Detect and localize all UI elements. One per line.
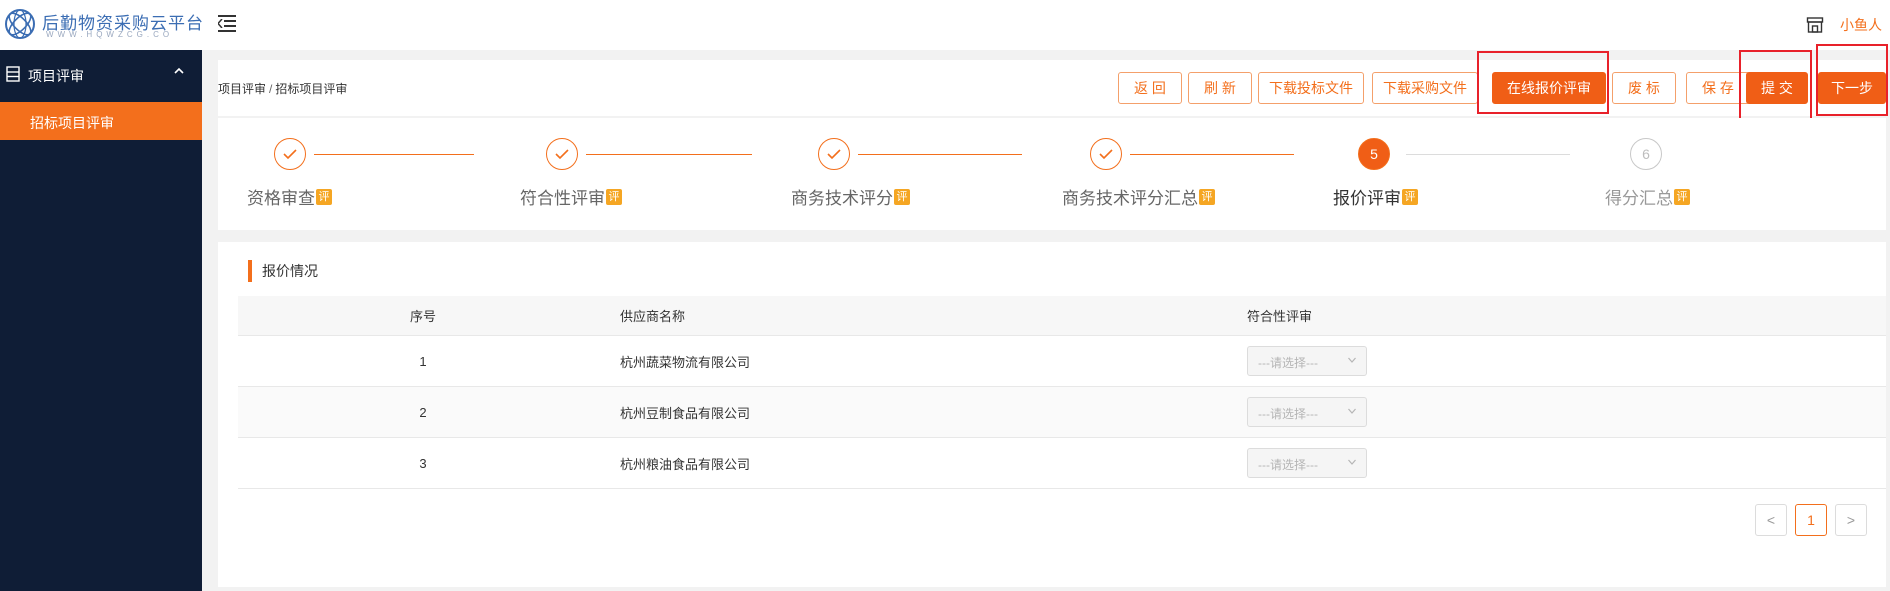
review-badge: 评 xyxy=(1674,188,1690,205)
brand-subtitle: WWW.HQWZCG.CO xyxy=(46,30,174,39)
step-label: 得分汇总 xyxy=(1605,189,1673,208)
breadcrumb-item-project-review[interactable]: 项目评审 xyxy=(218,82,266,96)
step-label: 资格审查 xyxy=(247,189,315,208)
step-3-check-icon[interactable] xyxy=(818,138,850,170)
compliance-select[interactable]: ---请选择--- xyxy=(1247,397,1367,427)
step-label: 符合性评审 xyxy=(520,189,605,208)
compliance-select[interactable]: ---请选择--- xyxy=(1247,448,1367,478)
row-number: 1 xyxy=(419,353,427,369)
table-row: 2 杭州豆制食品有限公司 ---请选择--- xyxy=(238,387,1886,438)
review-badge: 评 xyxy=(1402,188,1418,205)
supplier-name: 杭州粮油食品有限公司 xyxy=(620,456,751,472)
section-title: 报价情况 xyxy=(248,260,318,282)
section-title-bar xyxy=(248,260,252,282)
step-compliance-review[interactable]: 符合性评审评 xyxy=(520,184,622,209)
submit-button[interactable]: 提 交 xyxy=(1746,72,1808,104)
step-connector xyxy=(1406,154,1570,155)
store-icon[interactable] xyxy=(1806,16,1824,34)
compliance-cell: ---请选择--- xyxy=(1247,336,1367,386)
top-header: 后勤物资采购云平台 WWW.HQWZCG.CO 小鱼人 xyxy=(0,0,1890,50)
supplier-name: 杭州蔬菜物流有限公司 xyxy=(620,354,751,370)
review-steps: 5 6 资格审查评 符合性评审评 商务技术评分评 商务技术评分汇总评 报价评审评… xyxy=(218,118,1886,230)
step-4-check-icon[interactable] xyxy=(1090,138,1122,170)
pagination-page-1[interactable]: 1 xyxy=(1795,504,1827,536)
void-bid-button[interactable]: 废 标 xyxy=(1612,72,1676,104)
download-purchase-file-button[interactable]: 下载采购文件 xyxy=(1372,72,1478,104)
step-5-circle[interactable]: 5 xyxy=(1358,138,1390,170)
breadcrumb: 项目评审 / 招标项目评审 xyxy=(218,80,347,97)
save-button[interactable]: 保 存 xyxy=(1686,72,1750,104)
column-header-supplier: 供应商名称 xyxy=(620,309,686,324)
step-connector xyxy=(314,154,474,155)
pagination-next[interactable]: > xyxy=(1835,504,1867,536)
table-row: 3 杭州粮油食品有限公司 ---请选择--- xyxy=(238,438,1886,489)
sidebar-group-label: 项目评审 xyxy=(28,68,84,84)
step-score-summary[interactable]: 得分汇总评 xyxy=(1605,184,1690,209)
chevron-up-icon xyxy=(174,67,184,74)
column-header-compliance: 符合性评审 xyxy=(1247,309,1313,324)
step-connector xyxy=(586,154,752,155)
chevron-down-icon xyxy=(1348,357,1356,363)
compliance-cell: ---请选择--- xyxy=(1247,438,1367,488)
sidebar-item-label: 招标项目评审 xyxy=(30,115,114,131)
select-placeholder: ---请选择--- xyxy=(1258,407,1318,421)
table-header-row: 序号 供应商名称 符合性评审 xyxy=(238,296,1886,336)
breadcrumb-separator: / xyxy=(269,82,273,96)
logo-mark-icon xyxy=(5,9,35,39)
step-business-tech-summary[interactable]: 商务技术评分汇总评 xyxy=(1062,184,1215,209)
sidebar: 项目评审 招标项目评审 xyxy=(0,50,202,591)
select-placeholder: ---请选择--- xyxy=(1258,458,1318,472)
quote-section: 报价情况 序号 供应商名称 符合性评审 1 杭州蔬菜物流有限公司 ---请选择-… xyxy=(218,242,1886,587)
sidebar-item-bid-project-review[interactable]: 招标项目评审 xyxy=(0,102,202,140)
review-badge: 评 xyxy=(316,188,332,205)
review-badge: 评 xyxy=(1199,188,1215,205)
chevron-down-icon xyxy=(1348,459,1356,465)
step-label: 报价评审 xyxy=(1333,189,1401,208)
review-badge: 评 xyxy=(606,188,622,205)
row-number: 2 xyxy=(419,404,427,420)
step-6-circle[interactable]: 6 xyxy=(1630,138,1662,170)
section-title-text: 报价情况 xyxy=(262,263,318,279)
select-placeholder: ---请选择--- xyxy=(1258,356,1318,370)
refresh-button[interactable]: 刷 新 xyxy=(1188,72,1252,104)
table-row: 1 杭州蔬菜物流有限公司 ---请选择--- xyxy=(238,336,1886,387)
row-number: 3 xyxy=(419,455,427,471)
back-button[interactable]: 返 回 xyxy=(1118,72,1182,104)
step-connector xyxy=(858,154,1022,155)
breadcrumb-item-current: 招标项目评审 xyxy=(275,82,348,96)
download-bid-file-button[interactable]: 下载投标文件 xyxy=(1258,72,1364,104)
chevron-down-icon xyxy=(1348,408,1356,414)
step-qualification-review[interactable]: 资格审查评 xyxy=(247,184,332,209)
review-badge: 评 xyxy=(894,188,910,205)
step-label: 商务技术评分 xyxy=(791,189,893,208)
sidebar-group-project-review[interactable]: 项目评审 xyxy=(0,50,202,100)
step-business-tech-score[interactable]: 商务技术评分评 xyxy=(791,184,910,209)
step-label: 商务技术评分汇总 xyxy=(1062,189,1198,208)
online-quote-review-button[interactable]: 在线报价评审 xyxy=(1492,72,1606,104)
step-2-check-icon[interactable] xyxy=(546,138,578,170)
step-connector xyxy=(1130,154,1294,155)
pagination-prev[interactable]: < xyxy=(1755,504,1787,536)
supplier-name: 杭州豆制食品有限公司 xyxy=(620,405,751,421)
compliance-cell: ---请选择--- xyxy=(1247,387,1367,437)
column-header-no: 序号 xyxy=(409,309,436,324)
next-step-button[interactable]: 下一步 xyxy=(1818,72,1886,104)
compliance-select[interactable]: ---请选择--- xyxy=(1247,346,1367,376)
menu-collapse-icon[interactable] xyxy=(218,14,238,32)
username-link[interactable]: 小鱼人 xyxy=(1840,15,1882,35)
step-quote-review[interactable]: 报价评审评 xyxy=(1333,184,1418,209)
list-icon xyxy=(6,66,20,82)
toolbar-bar: 项目评审 / 招标项目评审 返 回 刷 新 下载投标文件 下载采购文件 在线报价评审… xyxy=(218,60,1886,116)
logo[interactable]: 后勤物资采购云平台 WWW.HQWZCG.CO xyxy=(4,6,204,46)
step-1-check-icon[interactable] xyxy=(274,138,306,170)
